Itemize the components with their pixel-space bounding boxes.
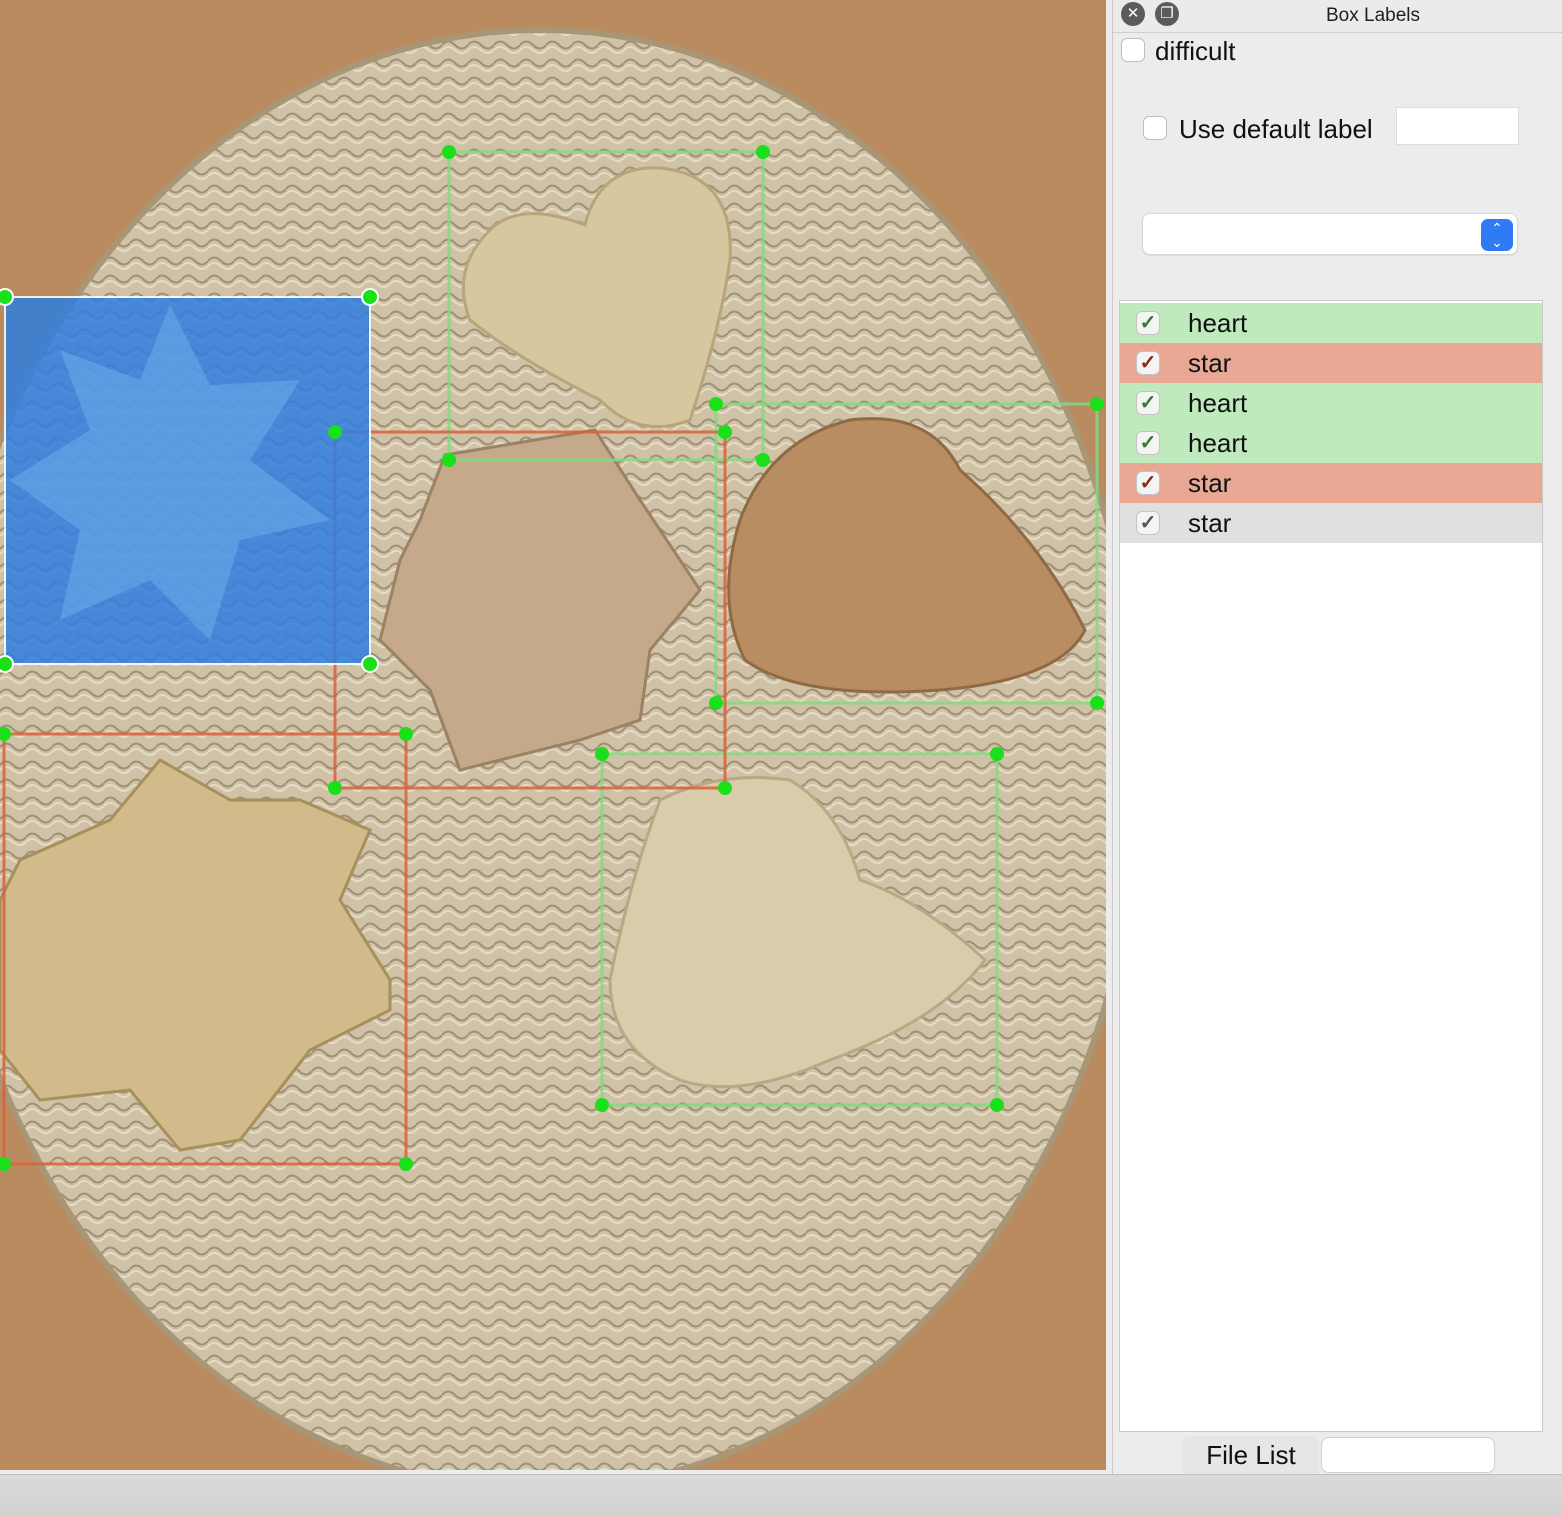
- use-default-label-checkbox[interactable]: [1143, 116, 1167, 140]
- handle: [442, 145, 456, 159]
- canvas-drawing: [0, 0, 1106, 1470]
- handle: [328, 425, 342, 439]
- label-list[interactable]: ✓ heart ✓ star ✓ heart ✓ heart ✓ star ✓ …: [1119, 300, 1543, 1432]
- annotation-canvas[interactable]: [0, 0, 1106, 1470]
- checkmark-icon[interactable]: ✓: [1136, 391, 1160, 415]
- list-item[interactable]: ✓ star: [1120, 343, 1542, 383]
- tab-box-labels[interactable]: [1321, 1437, 1495, 1473]
- handle: [1090, 696, 1104, 710]
- list-item[interactable]: ✓ star: [1120, 463, 1542, 503]
- list-item[interactable]: ✓ heart: [1120, 303, 1542, 343]
- dock-titlebar: ✕ ❐ Box Labels: [1113, 0, 1562, 33]
- handle: [709, 397, 723, 411]
- list-item[interactable]: ✓ heart: [1120, 383, 1542, 423]
- default-label-input[interactable]: [1396, 107, 1519, 145]
- handle: [718, 425, 732, 439]
- handle: [399, 1157, 413, 1171]
- tab-file-list[interactable]: File List: [1183, 1436, 1319, 1474]
- dock-title: Box Labels: [1325, 5, 1420, 26]
- dock-tabs: File List: [1113, 1436, 1562, 1474]
- list-item-label: star: [1188, 468, 1232, 498]
- handle: [361, 288, 379, 306]
- list-item-label: heart: [1188, 428, 1248, 458]
- use-default-label-text: Use default label: [1179, 114, 1373, 144]
- status-bar: [0, 1474, 1562, 1515]
- checkmark-icon[interactable]: ✓: [1136, 311, 1160, 335]
- checkmark-icon[interactable]: ✓: [1136, 511, 1160, 535]
- handle: [328, 781, 342, 795]
- handle: [990, 747, 1004, 761]
- handle: [756, 145, 770, 159]
- handle: [718, 781, 732, 795]
- chevron-updown-icon[interactable]: ⌃ ⌄: [1481, 219, 1513, 251]
- handle: [399, 727, 413, 741]
- difficult-checkbox[interactable]: [1121, 38, 1145, 62]
- handle: [595, 747, 609, 761]
- bbox-star-selected[interactable]: [4, 296, 371, 665]
- list-item[interactable]: ✓ star: [1120, 503, 1542, 543]
- handle: [442, 453, 456, 467]
- difficult-label: difficult: [1155, 36, 1236, 66]
- handle: [709, 696, 723, 710]
- box-labels-dock: ✕ ❐ Box Labels difficult Use default lab…: [1112, 0, 1562, 1474]
- label-combobox[interactable]: ⌃ ⌄: [1142, 213, 1518, 255]
- checkmark-icon[interactable]: ✓: [1136, 471, 1160, 495]
- checkmark-icon[interactable]: ✓: [1136, 431, 1160, 455]
- handle: [0, 288, 14, 306]
- list-item-label: heart: [1188, 388, 1248, 418]
- handle: [0, 655, 14, 673]
- handle: [361, 655, 379, 673]
- list-item[interactable]: ✓ heart: [1120, 423, 1542, 463]
- handle: [756, 453, 770, 467]
- checkmark-icon[interactable]: ✓: [1136, 351, 1160, 375]
- list-item-label: star: [1188, 348, 1232, 378]
- handle: [990, 1098, 1004, 1112]
- handle: [595, 1098, 609, 1112]
- handle: [1090, 397, 1104, 411]
- list-item-label: heart: [1188, 308, 1248, 338]
- list-item-label: star: [1188, 508, 1232, 538]
